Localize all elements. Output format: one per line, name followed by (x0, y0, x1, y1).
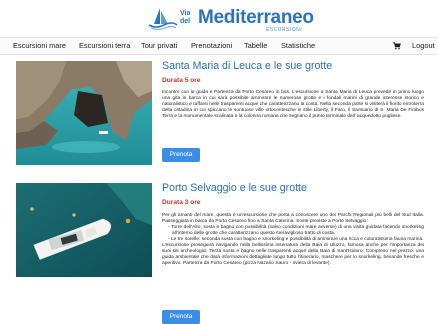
logo-sub-text: ESCURSIONI (266, 27, 303, 33)
logout-link[interactable]: Logout (412, 41, 435, 50)
site-logo[interactable]: Via del Mediterraneo ESCURSIONI (148, 4, 314, 34)
tour-duration: Durata 3 ore (162, 199, 201, 206)
tour-description: Per gli amanti del mare, questa è un'esc… (162, 213, 424, 267)
nav-escursioni-mare[interactable]: Escursioni mare (13, 41, 66, 50)
boat-aerial-photo (16, 183, 152, 277)
prenota-button[interactable]: Prenota (162, 148, 200, 162)
nav-prenotazioni[interactable]: Prenotazioni (191, 41, 232, 50)
tour-title[interactable]: Santa Maria di Leuca e le sue grotte (162, 60, 332, 72)
tour-duration: Durata 5 ore (162, 77, 201, 84)
tour-image-santa-maria-di-leuca[interactable] (16, 61, 152, 165)
tour-description: Incontro con la guida e Partenza da Port… (162, 90, 424, 120)
nav-tour-privati[interactable]: Tour privati (141, 41, 177, 50)
prenota-button[interactable]: Prenota (162, 310, 200, 324)
logo-small-text: Via del (180, 10, 191, 25)
logo-main-text: Mediterraneo (198, 7, 314, 28)
tour-title[interactable]: Porto Selvaggio e le sue grotte (162, 182, 307, 194)
tour-intro: Per gli amanti del mare, questa è un'esc… (162, 213, 424, 225)
cart-icon[interactable] (393, 42, 401, 50)
sea-cave-photo (16, 61, 152, 165)
site-header: Via del Mediterraneo ESCURSIONI (0, 0, 438, 36)
main-nav: Escursioni mare Escursioni terra Tour pr… (0, 37, 438, 55)
sailboat-icon (148, 8, 178, 30)
tour-image-porto-selvaggio[interactable] (16, 183, 152, 277)
nav-statistiche[interactable]: Statistiche (281, 41, 315, 50)
nav-escursioni-terra[interactable]: Escursioni terra (79, 41, 130, 50)
list-item: - Torre dell'Alto: sosta e bagno con pos… (168, 225, 424, 237)
tour-stops-list: - Torre dell'Alto: sosta e bagno con pos… (162, 225, 424, 243)
nav-tabelle[interactable]: Tabelle (244, 41, 267, 50)
tour-outro: L'escursione proseguirà navigando nella … (162, 243, 424, 267)
